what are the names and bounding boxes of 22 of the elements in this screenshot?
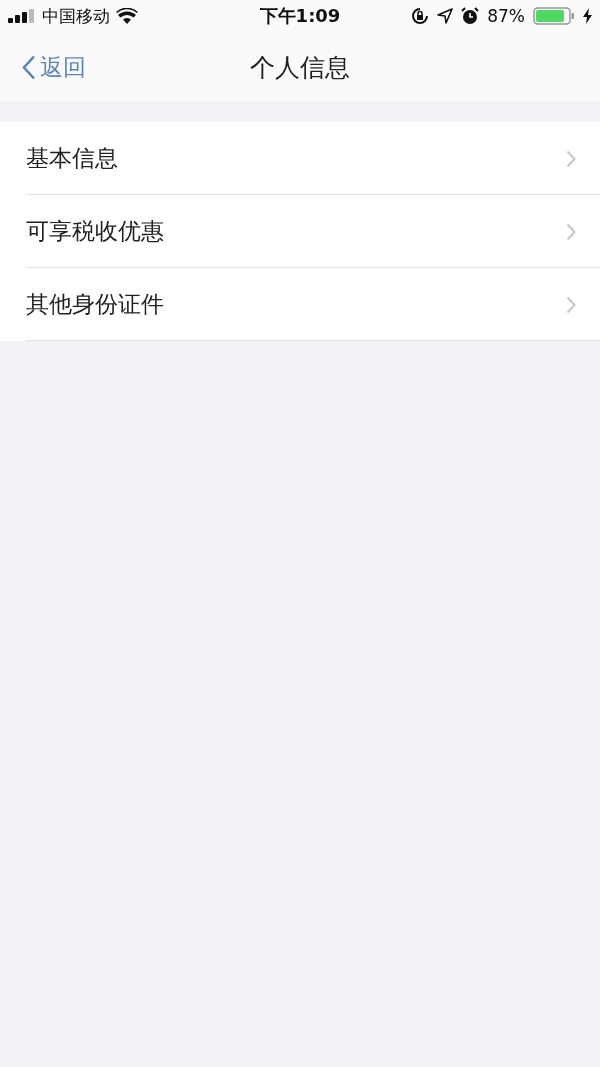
menu-item-label: 可享税收优惠 [26, 217, 165, 246]
chevron-right-icon [566, 295, 576, 314]
menu-item-label: 基本信息 [26, 144, 119, 173]
chevron-right-icon [566, 149, 576, 168]
wifi-icon [116, 8, 138, 24]
signal-icon [8, 9, 36, 23]
battery-icon [533, 7, 575, 25]
menu-item-label: 其他身份证件 [26, 290, 165, 319]
alarm-clock-icon [461, 7, 480, 25]
carrier-name: 中国移动 [42, 4, 110, 28]
back-button[interactable]: 返回 [22, 51, 86, 83]
rotation-lock-icon [411, 7, 430, 25]
battery-percent: 87% [487, 6, 525, 26]
menu-item[interactable]: 可享税收优惠 [0, 195, 600, 268]
menu-item[interactable]: 基本信息 [0, 122, 600, 195]
charging-bolt-icon [583, 8, 592, 24]
location-arrow-icon [437, 8, 454, 24]
page-title: 个人信息 [250, 51, 350, 84]
chevron-right-icon [566, 222, 576, 241]
back-chevron-icon [22, 54, 36, 80]
menu-item[interactable]: 其他身份证件 [0, 268, 600, 341]
clock-time: 下午1:09 [259, 4, 341, 28]
